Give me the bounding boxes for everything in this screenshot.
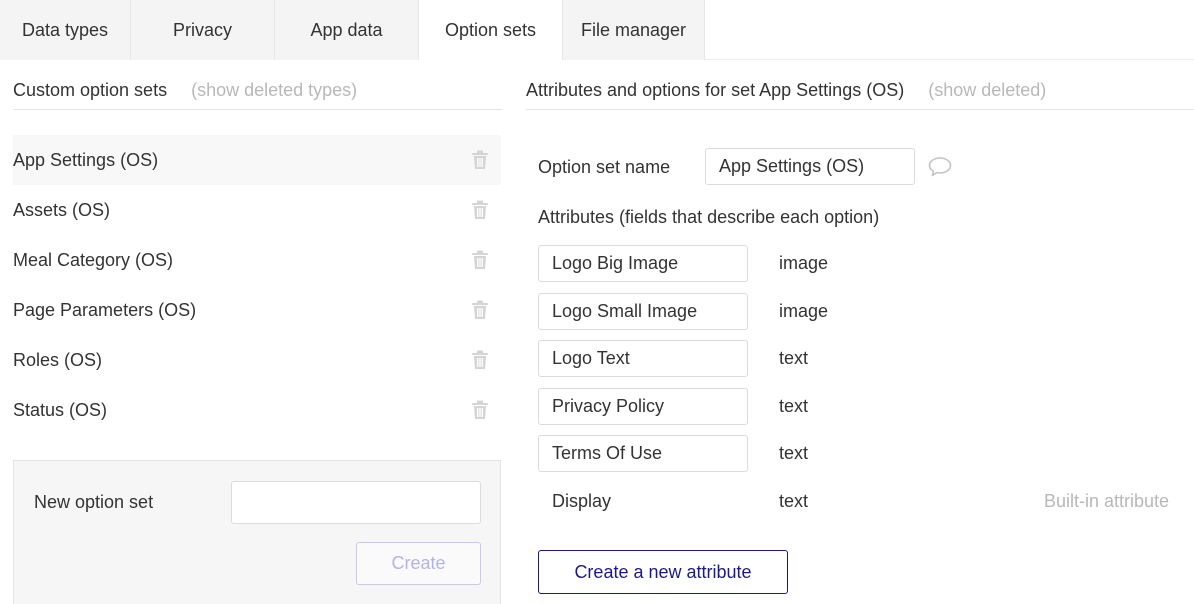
tab-label: App data — [310, 19, 383, 40]
option-set-item-roles[interactable]: Roles (OS) — [13, 335, 501, 385]
tab-label: Option sets — [444, 19, 537, 40]
attribute-row: text — [538, 387, 1178, 436]
trash-icon[interactable] — [471, 150, 489, 170]
tab-label: File manager — [580, 19, 687, 40]
attributes-header: Attributes and options for set App Setti… — [526, 72, 1194, 110]
option-set-item-page-parameters[interactable]: Page Parameters (OS) — [13, 285, 501, 335]
tab-data-types[interactable]: Data types — [0, 0, 131, 60]
option-set-label: Page Parameters (OS) — [13, 299, 197, 320]
option-set-item-meal-category[interactable]: Meal Category (OS) — [13, 235, 501, 285]
option-set-list: App Settings (OS) Assets (OS) Meal Categ… — [13, 135, 501, 435]
trash-icon[interactable] — [471, 350, 489, 370]
attribute-type: text — [779, 348, 809, 368]
option-set-label: Status (OS) — [13, 399, 108, 420]
tabs-divider — [705, 59, 1194, 60]
option-sets-header: Custom option sets (show deleted types) — [13, 72, 502, 110]
create-button[interactable]: Create — [356, 542, 481, 585]
tab-app-data[interactable]: App data — [275, 0, 419, 60]
option-set-label: Roles (OS) — [13, 349, 103, 370]
create-new-attribute-button[interactable]: Create a new attribute — [538, 550, 788, 594]
attribute-name: Display — [552, 490, 612, 511]
attribute-type: image — [779, 300, 829, 321]
option-set-item-app-settings[interactable]: App Settings (OS) — [13, 135, 501, 185]
option-set-item-assets[interactable]: Assets (OS) — [13, 185, 501, 235]
attribute-name-input[interactable] — [538, 387, 748, 425]
tab-file-manager[interactable]: File manager — [563, 0, 705, 60]
trash-icon[interactable] — [471, 250, 489, 270]
attribute-name-input[interactable] — [538, 292, 748, 330]
option-set-item-status[interactable]: Status (OS) — [13, 385, 501, 435]
new-option-set-label: New option set — [34, 492, 154, 512]
option-sets-title: Custom option sets — [13, 80, 168, 100]
attribute-name-input[interactable] — [538, 435, 748, 472]
trash-icon[interactable] — [471, 300, 489, 320]
attribute-type: text — [779, 395, 809, 416]
trash-icon[interactable] — [471, 200, 489, 220]
attributes-section-title: Attributes (fields that describe each op… — [538, 207, 880, 227]
attribute-name-input[interactable] — [538, 340, 748, 377]
tab-option-sets[interactable]: Option sets — [419, 0, 563, 60]
attribute-type: image — [779, 253, 829, 273]
new-option-set-panel: New option set Create — [13, 460, 501, 604]
attribute-row: image — [538, 292, 1178, 341]
new-option-set-input[interactable] — [231, 481, 481, 524]
attribute-type: text — [779, 490, 809, 511]
attribute-row-builtin: Display text Built-in attribute — [538, 483, 1178, 531]
tab-privacy[interactable]: Privacy — [131, 0, 275, 60]
attribute-row: text — [538, 435, 1178, 483]
comment-icon[interactable] — [927, 155, 953, 179]
option-set-label: Meal Category (OS) — [13, 249, 174, 270]
trash-icon[interactable] — [471, 400, 489, 420]
attributes-panel-title: Attributes and options for set App Setti… — [526, 80, 905, 100]
show-deleted-link[interactable]: (show deleted) — [928, 80, 1046, 101]
show-deleted-types-link[interactable]: (show deleted types) — [191, 80, 357, 101]
option-set-label: App Settings (OS) — [13, 149, 159, 170]
option-set-name-label: Option set name — [538, 157, 671, 177]
attribute-name-input[interactable] — [538, 245, 748, 282]
attribute-row: text — [538, 340, 1178, 388]
attribute-row: image — [538, 245, 1178, 293]
tab-bar: Data types Privacy App data Option sets … — [0, 0, 705, 60]
tab-label: Privacy — [172, 19, 232, 40]
attribute-list: image image text text text Display text … — [538, 245, 1178, 530]
built-in-attribute-note: Built-in attribute — [1043, 490, 1169, 511]
option-set-name-input[interactable] — [705, 148, 915, 185]
tab-label: Data types — [21, 19, 109, 40]
option-set-label: Assets (OS) — [13, 199, 111, 220]
attribute-type: text — [779, 443, 809, 463]
